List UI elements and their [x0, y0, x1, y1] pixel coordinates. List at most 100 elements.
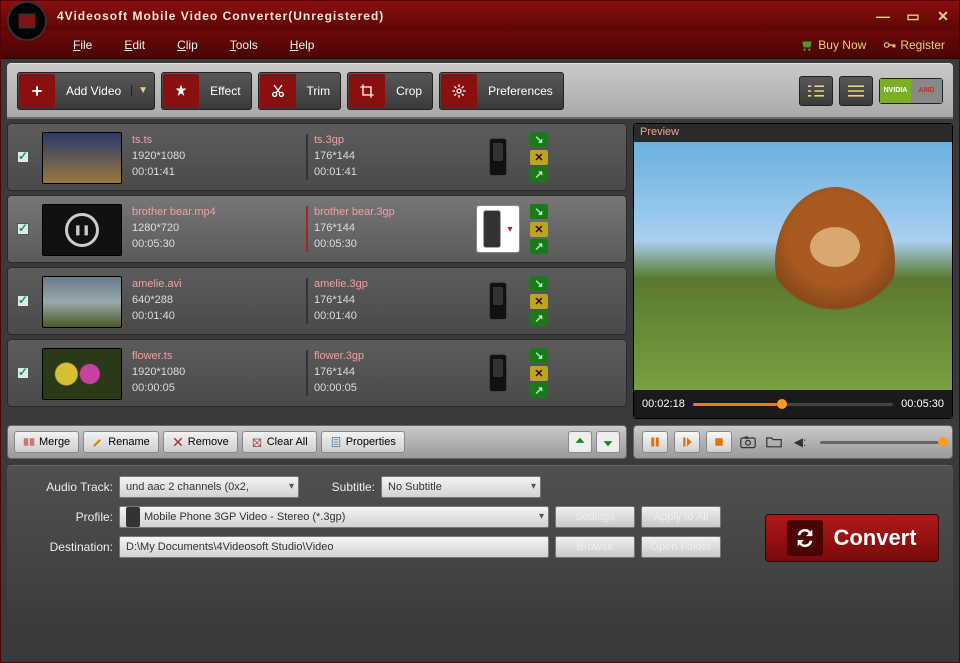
preview-timeline: 00:02:18 00:05:30: [634, 390, 952, 418]
profile-label: Profile:: [17, 510, 113, 524]
profile-select[interactable]: Mobile Phone 3GP Video - Stereo (*.3gp)▾: [119, 506, 549, 528]
row-remove-button[interactable]: ✕: [530, 366, 548, 381]
audio-track-label: Audio Track:: [17, 480, 113, 494]
output-info: brother bear.3gp176*14400:05:30: [308, 196, 468, 262]
video-thumbnail[interactable]: [42, 348, 122, 400]
row-checkbox[interactable]: [17, 223, 29, 235]
video-thumbnail[interactable]: [42, 276, 122, 328]
file-row[interactable]: ts.ts1920*108000:01:41ts.3gp176*14400:01…: [7, 123, 627, 191]
rename-button[interactable]: Rename: [83, 431, 159, 453]
list-view-button[interactable]: [799, 76, 833, 106]
apply-to-all-button[interactable]: Apply to All: [641, 506, 721, 528]
stop-button[interactable]: [706, 431, 732, 453]
row-checkbox[interactable]: [17, 367, 29, 379]
file-row[interactable]: flower.ts1920*108000:00:05flower.3gp176*…: [7, 339, 627, 407]
row-checkbox-cell: [8, 340, 38, 406]
maximize-button[interactable]: ▭: [903, 9, 923, 23]
output-info: amelie.3gp176*14400:01:40: [308, 268, 468, 334]
source-info: amelie.avi640*28800:01:40: [126, 268, 306, 334]
preview-pane: Preview 00:02:18 00:05:30: [633, 123, 953, 419]
row-expand-button[interactable]: ↘: [530, 348, 548, 363]
snapshot-folder-button[interactable]: [764, 432, 784, 452]
row-expand-button[interactable]: ↘: [530, 276, 548, 291]
effect-icon: [163, 74, 199, 108]
open-folder-button[interactable]: Open Folder: [641, 536, 721, 558]
title-bar: 4Videosoft Mobile Video Converter(Unregi…: [1, 1, 959, 31]
buy-now-link[interactable]: Buy Now: [800, 38, 866, 52]
remove-button[interactable]: Remove: [163, 431, 238, 453]
video-thumbnail[interactable]: [42, 204, 122, 256]
source-info: brother bear.mp41280*72000:05:30: [126, 196, 306, 262]
properties-button[interactable]: Properties: [321, 431, 405, 453]
row-checkbox-cell: [8, 196, 38, 262]
app-logo: [7, 1, 47, 41]
seek-thumb[interactable]: [777, 399, 787, 409]
menu-edit[interactable]: Edit: [108, 38, 161, 52]
preview-current-time: 00:02:18: [642, 398, 685, 410]
output-device[interactable]: ▾: [468, 196, 528, 262]
convert-icon: [787, 520, 823, 556]
merge-button[interactable]: Merge: [14, 431, 79, 453]
volume-icon[interactable]: ◀:: [790, 432, 810, 452]
row-remove-button[interactable]: ✕: [530, 294, 548, 309]
preview-total-time: 00:05:30: [901, 398, 944, 410]
minimize-button[interactable]: —: [873, 9, 893, 23]
pause-button[interactable]: [642, 431, 668, 453]
source-info: flower.ts1920*108000:00:05: [126, 340, 306, 406]
row-collapse-button[interactable]: ↗: [530, 167, 548, 182]
register-link[interactable]: Register: [882, 38, 945, 52]
row-checkbox[interactable]: [17, 295, 29, 307]
row-expand-button[interactable]: ↘: [530, 132, 548, 147]
browse-button[interactable]: Browse: [555, 536, 635, 558]
preferences-button[interactable]: Preferences: [439, 72, 564, 110]
add-video-button[interactable]: Add Video ▼: [17, 72, 155, 110]
output-device[interactable]: [468, 340, 528, 406]
file-list: ts.ts1920*108000:01:41ts.3gp176*14400:01…: [7, 119, 627, 419]
output-device[interactable]: [468, 124, 528, 190]
file-row[interactable]: amelie.avi640*28800:01:40amelie.3gp176*1…: [7, 267, 627, 335]
close-button[interactable]: ✕: [933, 9, 953, 23]
row-collapse-button[interactable]: ↗: [530, 311, 548, 326]
window-title: 4Videosoft Mobile Video Converter(Unregi…: [57, 9, 873, 23]
output-device[interactable]: [468, 268, 528, 334]
output-settings: Audio Track: und aac 2 channels (0x2,▾ S…: [7, 465, 953, 635]
row-collapse-button[interactable]: ↗: [530, 239, 548, 254]
snapshot-button[interactable]: [738, 432, 758, 452]
crop-icon: [349, 74, 385, 108]
playback-controls: ◀:: [633, 425, 953, 459]
audio-track-select[interactable]: und aac 2 channels (0x2,▾: [119, 476, 299, 498]
row-checkbox-cell: [8, 268, 38, 334]
hw-accel-badge: NVIDIA AMD: [879, 78, 943, 104]
row-remove-button[interactable]: ✕: [530, 150, 548, 165]
menu-tools[interactable]: Tools: [214, 38, 274, 52]
gear-icon: [441, 74, 477, 108]
row-collapse-button[interactable]: ↗: [530, 383, 548, 398]
row-checkbox[interactable]: [17, 151, 29, 163]
menu-clip[interactable]: Clip: [161, 38, 214, 52]
output-info: ts.3gp176*14400:01:41: [308, 124, 468, 190]
volume-slider[interactable]: [820, 441, 944, 444]
preview-video[interactable]: [634, 142, 952, 390]
file-row[interactable]: brother bear.mp41280*72000:05:30brother …: [7, 195, 627, 263]
settings-button[interactable]: Settings: [555, 506, 635, 528]
convert-button[interactable]: Convert: [765, 514, 939, 562]
menu-file[interactable]: File: [57, 38, 108, 52]
detail-view-button[interactable]: [839, 76, 873, 106]
row-expand-button[interactable]: ↘: [530, 204, 548, 219]
subtitle-select[interactable]: No Subtitle▾: [381, 476, 541, 498]
row-remove-button[interactable]: ✕: [530, 222, 548, 237]
move-down-button[interactable]: [596, 431, 620, 453]
destination-input[interactable]: D:\My Documents\4Videosoft Studio\Video: [119, 536, 549, 558]
device-icon: [126, 507, 140, 527]
menu-help[interactable]: Help: [274, 38, 331, 52]
add-video-dropdown[interactable]: ▼: [131, 85, 154, 96]
crop-button[interactable]: Crop: [347, 72, 433, 110]
trim-button[interactable]: Trim: [258, 72, 342, 110]
destination-label: Destination:: [17, 540, 113, 554]
effect-button[interactable]: Effect: [161, 72, 251, 110]
step-button[interactable]: [674, 431, 700, 453]
move-up-button[interactable]: [568, 431, 592, 453]
seek-track[interactable]: [693, 403, 893, 406]
video-thumbnail[interactable]: [42, 132, 122, 184]
clear-all-button[interactable]: Clear All: [242, 431, 317, 453]
